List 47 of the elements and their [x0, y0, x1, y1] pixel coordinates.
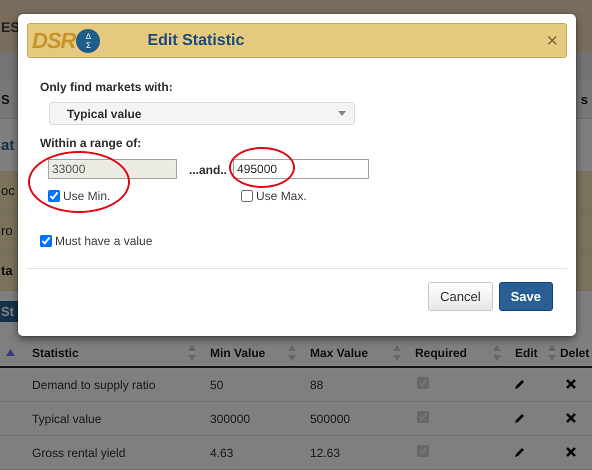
column-header[interactable]: Min Value — [210, 346, 266, 360]
close-button[interactable]: × — [546, 30, 558, 50]
tab-label[interactable]: S — [0, 92, 10, 106]
field-label: Only find markets with: — [40, 80, 173, 94]
pencil-icon[interactable] — [515, 378, 525, 388]
table-cell: Demand to supply ratio — [32, 378, 156, 392]
table-cell: 88 — [310, 378, 324, 392]
column-header[interactable]: Delet — [560, 346, 590, 360]
row-label: ta — [0, 263, 13, 278]
column-header[interactable]: Required — [415, 346, 468, 360]
pencil-icon[interactable] — [515, 446, 525, 456]
column-header[interactable]: Statistic — [32, 346, 79, 360]
nav-link[interactable]: ES — [1, 19, 20, 35]
field-label: Within a range of: — [40, 136, 142, 150]
checkbox-label: Must have a value — [55, 234, 152, 248]
save-button[interactable]: Save — [498, 282, 553, 311]
dialog-title: Edit Statistic — [147, 32, 244, 50]
table-cell: 300000 — [210, 412, 250, 426]
tab-label[interactable]: s — [580, 92, 588, 106]
table-cell: 50 — [210, 378, 224, 392]
row-label: ro — [0, 223, 13, 238]
checkbox-label: Use Max. — [256, 189, 307, 203]
max-value-field[interactable]: 495000 — [233, 159, 370, 179]
table-cell: 500000 — [310, 412, 350, 426]
table-cell: Typical value — [32, 412, 102, 426]
use-max-checkbox[interactable] — [241, 190, 254, 202]
section-heading: at — [0, 136, 14, 154]
table-cell: 4.63 — [210, 446, 234, 460]
delete-icon[interactable] — [566, 412, 576, 422]
must-have-value-checkbox[interactable] — [40, 235, 52, 247]
sort-ascending-icon[interactable] — [6, 349, 15, 356]
delete-icon[interactable] — [566, 446, 576, 456]
column-header[interactable]: Max Value — [310, 346, 368, 360]
range-separator: ...and.. — [189, 163, 228, 177]
logo-text: DSR — [32, 28, 76, 54]
page-button[interactable]: St — [0, 300, 20, 322]
column-header[interactable]: Edit — [515, 346, 538, 360]
cancel-button[interactable]: Cancel — [428, 282, 493, 311]
table-cell: 12.63 — [310, 446, 340, 460]
statistic-dropdown[interactable]: Typical value — [49, 102, 355, 125]
table-cell: Gross rental yield — [32, 446, 126, 460]
checkbox-label: Use Min. — [63, 189, 110, 203]
logo-emblem: Δ Σ — [76, 28, 100, 52]
row-label: oc — [0, 183, 15, 198]
pencil-icon[interactable] — [515, 412, 525, 422]
delete-icon[interactable] — [566, 378, 576, 388]
caret-icon — [338, 111, 346, 116]
